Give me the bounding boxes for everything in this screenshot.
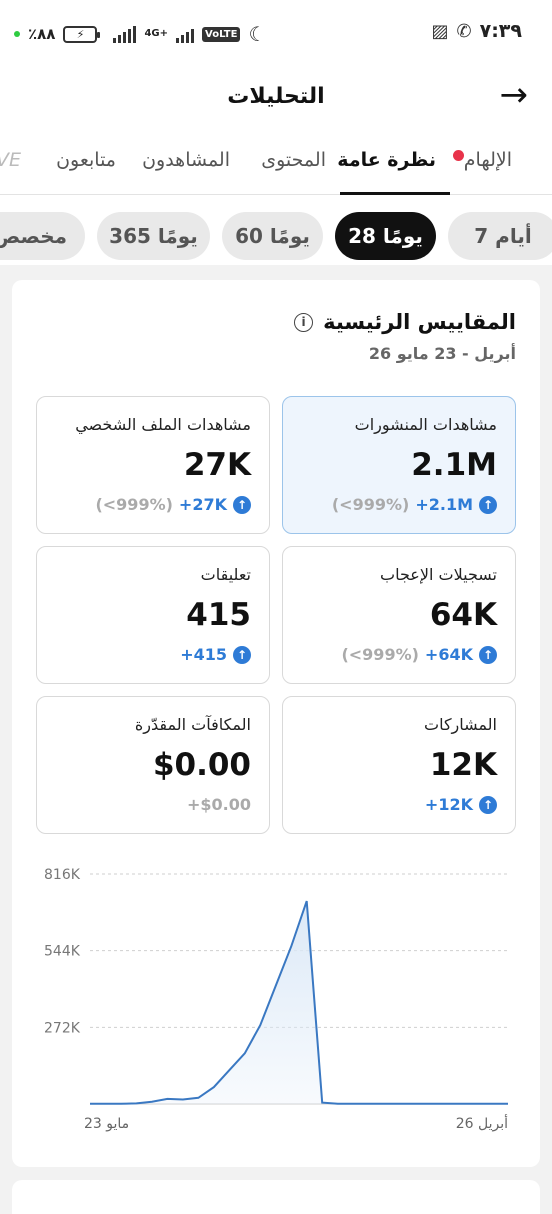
metric-percent: (<999%) <box>341 645 419 664</box>
tab-overview[interactable]: نظرة عامة <box>337 149 436 171</box>
info-icon[interactable]: i <box>294 312 314 332</box>
metric-label: تعليقات <box>200 565 251 584</box>
metric-profile-views[interactable]: مشاهدات الملف الشخصي 27K ↑ +27K (<999%) <box>36 396 270 534</box>
signal-icon-2 <box>176 25 195 43</box>
image-icon: ▨ <box>431 20 449 42</box>
metric-change: ↑ +27K (<999%) <box>95 495 251 514</box>
metric-shares[interactable]: المشاركات 12K ↑ +12K <box>282 696 516 834</box>
metric-change: +$0.00 <box>187 795 251 814</box>
views-chart: 816K 544K 272K 23 مايو 26 أبريل <box>12 840 540 1160</box>
next-card <box>12 1180 540 1214</box>
metric-change: ↑ +2.1M (<999%) <box>332 495 497 514</box>
metric-estimated-rewards[interactable]: المكافآت المقدّرة $0.00 +$0.00 <box>36 696 270 834</box>
x-tick-label: 23 مايو <box>84 1116 129 1132</box>
section-title-text: المقاييس الرئيسية <box>323 310 516 334</box>
metric-value: $0.00 <box>152 747 251 783</box>
range-label: 60 يومًا <box>235 224 310 248</box>
metric-value: 415 <box>186 597 251 633</box>
y-tick-label: 272K <box>44 1020 81 1036</box>
metric-label: مشاهدات المنشورات <box>354 415 497 434</box>
metric-value: 64K <box>429 597 497 633</box>
arrow-up-icon: ↑ <box>233 495 251 514</box>
tab-live[interactable]: VE <box>0 149 21 171</box>
metric-change: ↑ +64K (<999%) <box>341 645 497 664</box>
chart-svg: 816K 544K 272K 23 مايو 26 أبريل <box>44 867 508 1132</box>
tab-content-label: المحتوى <box>261 149 326 171</box>
range-label: 28 يومًا <box>348 224 423 248</box>
y-tick-label: 544K <box>44 944 81 960</box>
arrow-up-icon: ↑ <box>479 645 497 664</box>
signal-icon <box>113 25 137 43</box>
app-header: التحليلات → <box>0 72 552 128</box>
range-label: 365 يومًا <box>109 224 198 248</box>
page-title: التحليلات <box>227 84 325 109</box>
tab-live-label: VE <box>0 149 22 171</box>
metric-delta: +64K <box>424 645 473 664</box>
arrow-up-icon: ↑ <box>479 795 497 814</box>
notification-dot <box>453 150 464 161</box>
metric-value: 2.1M <box>411 447 497 483</box>
metric-delta: +$0.00 <box>186 795 251 814</box>
metric-delta: +12K <box>424 795 473 814</box>
series-area <box>90 901 508 1104</box>
metric-label: مشاهدات الملف الشخصي <box>75 415 251 434</box>
tab-inspiration[interactable]: الإلهام <box>464 149 512 171</box>
tab-followers[interactable]: متابعون <box>56 149 116 171</box>
privacy-indicator-dot <box>14 31 20 37</box>
phone-icon: ✆ <box>456 20 472 42</box>
range-label: مخصص <box>0 224 67 248</box>
x-tick-label: 26 أبريل <box>456 1114 508 1132</box>
range-28-days[interactable]: 28 يومًا <box>335 212 436 260</box>
volte-badge: VoLTE <box>202 26 241 42</box>
range-365-days[interactable]: 365 يومًا <box>97 212 210 260</box>
tab-content[interactable]: المحتوى <box>261 149 326 171</box>
moon-icon: ☾ <box>248 22 267 46</box>
arrow-up-icon: ↑ <box>233 645 251 664</box>
metric-label: تسجيلات الإعجاب <box>380 565 497 584</box>
metric-comments[interactable]: تعليقات 415 ↑ +415 <box>36 546 270 684</box>
tab-overview-label: نظرة عامة <box>337 149 436 171</box>
battery-icon: ⚡ <box>63 25 101 43</box>
metric-post-views[interactable]: مشاهدات المنشورات 2.1M ↑ +2.1M (<999%) <box>282 396 516 534</box>
range-label: 7 أيام <box>474 224 532 248</box>
arrow-up-icon: ↑ <box>479 495 497 514</box>
metric-label: المكافآت المقدّرة <box>134 715 251 734</box>
metric-label: المشاركات <box>424 715 497 734</box>
metric-change: ↑ +12K <box>425 795 497 814</box>
metric-likes[interactable]: تسجيلات الإعجاب 64K ↑ +64K (<999%) <box>282 546 516 684</box>
range-7-days[interactable]: 7 أيام <box>448 212 552 260</box>
metric-delta: +2.1M <box>415 495 473 514</box>
tab-bar: الإلهام نظرة عامة المحتوى المشاهدون متاب… <box>0 135 552 195</box>
key-metrics-card: المقاييس الرئيسية i 26 أبريل - 23 مايو م… <box>12 280 540 1167</box>
metric-value: 27K <box>183 447 251 483</box>
range-selector: 7 أيام 28 يومًا 60 يومًا 365 يومًا مخصص <box>0 212 552 262</box>
metric-delta: +27K <box>178 495 227 514</box>
y-tick-label: 816K <box>44 867 81 883</box>
active-tab-indicator <box>340 192 450 195</box>
range-custom[interactable]: مخصص <box>0 212 85 260</box>
tab-inspiration-label: الإلهام <box>463 149 512 171</box>
section-title: المقاييس الرئيسية i <box>294 310 516 334</box>
arrow-right-icon[interactable]: → <box>500 78 529 112</box>
tab-viewers[interactable]: المشاهدون <box>142 149 230 171</box>
status-right: ▨ ✆ ۷:۳۹ <box>432 20 523 42</box>
metric-percent: (<999%) <box>331 495 410 514</box>
network-type: 4G+ <box>144 28 169 39</box>
metric-value: 12K <box>429 747 497 783</box>
battery-percent: ٪۸۸ <box>28 25 56 43</box>
tab-followers-label: متابعون <box>56 149 116 171</box>
range-60-days[interactable]: 60 يومًا <box>222 212 323 260</box>
metric-delta: +415 <box>180 645 227 664</box>
metric-percent: (<999%) <box>95 495 173 514</box>
clock: ۷:۳۹ <box>479 20 522 42</box>
tab-viewers-label: المشاهدون <box>142 149 230 171</box>
metric-change: ↑ +415 <box>180 645 251 664</box>
date-range: 26 أبريل - 23 مايو <box>368 344 516 363</box>
status-bar: ٪۸۸ ⚡ 4G+ VoLTE ☾ ▨ ✆ ۷:۳۹ <box>0 0 552 66</box>
status-left: ٪۸۸ ⚡ 4G+ VoLTE ☾ <box>14 22 266 46</box>
